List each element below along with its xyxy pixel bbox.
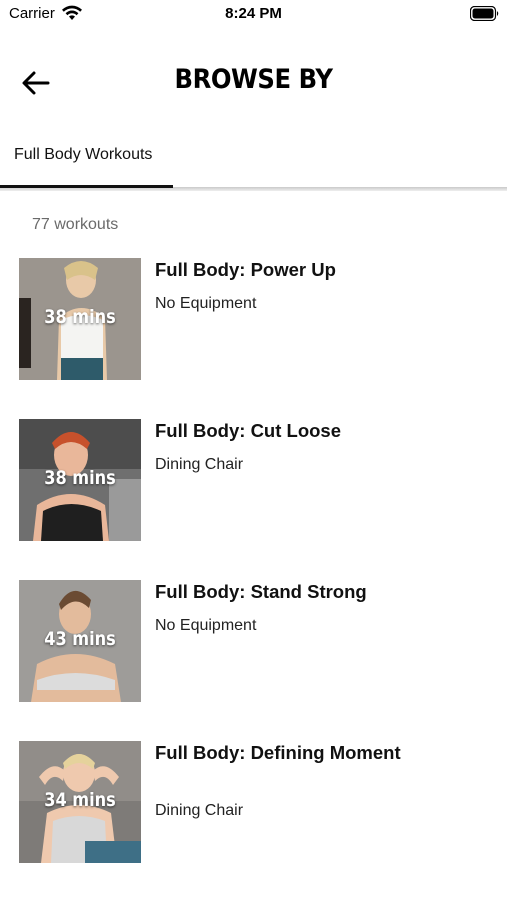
active-tab-indicator <box>0 185 173 188</box>
workout-title: Full Body: Power Up <box>155 259 336 280</box>
list-item[interactable]: 43 mins Full Body: Stand Strong No Equip… <box>0 580 507 705</box>
duration-label: 43 mins <box>44 628 116 650</box>
duration-label: 38 mins <box>44 467 116 489</box>
tab-full-body-workouts[interactable]: Full Body Workouts <box>0 130 173 188</box>
status-bar: Carrier 8:24 PM <box>0 0 507 30</box>
list-item[interactable]: 38 mins Full Body: Power Up No Equipment <box>0 258 507 383</box>
workout-count: 77 workouts <box>32 216 119 233</box>
workout-thumbnail: 38 mins <box>19 258 141 380</box>
duration-label: 34 mins <box>44 789 116 811</box>
workout-equipment: Dining Chair <box>155 802 244 819</box>
list-item[interactable]: 34 mins Full Body: Defining Moment Dinin… <box>0 741 507 866</box>
workout-thumbnail: 38 mins <box>19 419 141 541</box>
workout-equipment: No Equipment <box>155 617 257 634</box>
list-item[interactable]: 38 mins Full Body: Cut Loose Dining Chai… <box>0 419 507 544</box>
workout-title: Full Body: Defining Moment <box>155 742 401 763</box>
workout-title: Full Body: Cut Loose <box>155 420 342 441</box>
workout-thumbnail: 34 mins <box>19 741 141 863</box>
workout-equipment: No Equipment <box>155 295 257 312</box>
workout-equipment: Dining Chair <box>155 456 244 473</box>
duration-label: 38 mins <box>44 306 116 328</box>
battery-icon <box>470 6 499 21</box>
workout-thumbnail: 43 mins <box>19 580 141 702</box>
workout-title: Full Body: Stand Strong <box>155 581 367 602</box>
tab-label: Full Body Workouts <box>14 146 153 163</box>
clock: 8:24 PM <box>225 5 282 22</box>
page-title: BROWSE BY <box>174 64 333 95</box>
